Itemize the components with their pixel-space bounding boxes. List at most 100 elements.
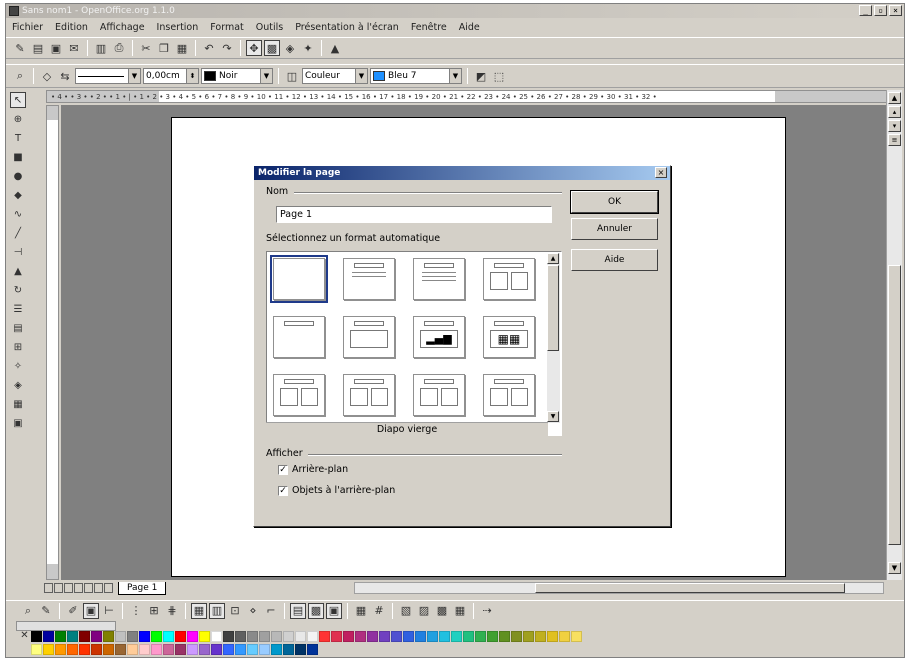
color-swatch[interactable] <box>67 631 78 642</box>
page-name-input[interactable]: Page 1 <box>276 206 552 223</box>
layout-title-slide[interactable] <box>343 258 395 300</box>
scrollbar-thumb[interactable] <box>535 583 845 593</box>
color-swatch[interactable] <box>199 631 210 642</box>
fill-mode-select[interactable]: Couleur ▼ <box>302 68 368 84</box>
fill-color-select[interactable]: Bleu 7 ▼ <box>370 68 462 84</box>
color-swatch[interactable] <box>523 631 534 642</box>
layer-mode-button[interactable] <box>84 583 93 593</box>
view-handles-icon[interactable]: ▣ <box>326 602 342 619</box>
first-page-button[interactable] <box>44 583 53 593</box>
menu-edition[interactable]: Edition <box>55 22 88 33</box>
glue-points-icon[interactable]: ▣ <box>83 602 99 619</box>
chevron-down-icon[interactable]: ▼ <box>449 69 461 83</box>
color-swatch[interactable] <box>403 631 414 642</box>
page-down-button[interactable]: ▾ <box>888 120 901 132</box>
menu-format[interactable]: Format <box>210 22 243 33</box>
connector-icon[interactable]: ⊣ <box>10 244 26 260</box>
dialog-close-icon[interactable]: × <box>655 167 667 178</box>
color-swatch[interactable] <box>115 644 126 655</box>
scroll-up-button[interactable]: ▲ <box>547 253 559 264</box>
color-swatch[interactable] <box>439 631 450 642</box>
paste-icon[interactable]: ▦ <box>174 40 190 56</box>
color-swatch[interactable] <box>199 644 210 655</box>
color-swatch[interactable] <box>295 644 306 655</box>
color-swatch[interactable] <box>379 631 390 642</box>
color-swatch[interactable] <box>175 644 186 655</box>
guides-icon[interactable]: ⊢ <box>101 603 117 619</box>
color-swatch[interactable] <box>139 631 150 642</box>
master-mode-button[interactable] <box>94 583 103 593</box>
chevron-down-icon[interactable]: ▼ <box>260 69 272 83</box>
rectangle-icon[interactable]: ■ <box>10 149 26 165</box>
color-swatch[interactable] <box>511 631 522 642</box>
color-swatch[interactable] <box>271 631 282 642</box>
color-swatch[interactable] <box>259 631 270 642</box>
email-icon[interactable]: ✉ <box>66 40 82 56</box>
quick-edit-icon[interactable]: ▦ <box>353 603 369 619</box>
curve-icon[interactable]: ∿ <box>10 206 26 222</box>
color-swatch[interactable] <box>175 631 186 642</box>
color-swatch[interactable] <box>319 631 330 642</box>
scroll-down-button[interactable]: ▼ <box>547 411 559 422</box>
color-swatch[interactable] <box>307 631 318 642</box>
color-swatch[interactable] <box>127 631 138 642</box>
color-swatch[interactable] <box>187 631 198 642</box>
edit-file-icon[interactable]: ✎ <box>12 40 28 56</box>
print-icon[interactable]: ⎙ <box>111 40 127 56</box>
navigator-icon[interactable]: ✥ <box>246 40 262 56</box>
color-swatch[interactable] <box>67 644 78 655</box>
color-swatch[interactable] <box>223 631 234 642</box>
color-swatch[interactable] <box>139 644 150 655</box>
text-icon[interactable]: T <box>10 130 26 146</box>
select-arrow-icon[interactable]: ↖ <box>10 92 26 108</box>
layout-scrollbar[interactable]: ▲ ▼ <box>547 253 560 423</box>
pen-icon[interactable]: ✎ <box>38 603 54 619</box>
vertical-scrollbar[interactable]: ▲ ▴ ▾ ≡ ▼ <box>886 90 902 580</box>
minimize-button[interactable]: _ <box>859 5 872 16</box>
view-preview-icon[interactable]: ▩ <box>308 602 324 619</box>
arrange-icon[interactable]: ▤ <box>10 320 26 336</box>
menu-aide[interactable]: Aide <box>459 22 480 33</box>
color-swatch[interactable] <box>91 644 102 655</box>
color-swatch[interactable] <box>343 631 354 642</box>
color-swatch[interactable] <box>247 631 258 642</box>
layout-title-text-clipart[interactable] <box>413 374 465 416</box>
color-swatch[interactable] <box>547 631 558 642</box>
color-swatch[interactable] <box>55 644 66 655</box>
redo-icon[interactable]: ↷ <box>219 40 235 56</box>
cut-icon[interactable]: ✂ <box>138 40 154 56</box>
snap-grid-icon[interactable]: ⊞ <box>146 603 162 619</box>
maximize-button[interactable]: ▫ <box>874 5 887 16</box>
color-swatch[interactable] <box>55 631 66 642</box>
layout-title-chart[interactable]: ▂▄▆ <box>413 316 465 358</box>
snap-border-icon[interactable]: ▥ <box>209 602 225 619</box>
gallery-icon[interactable]: ▩ <box>264 40 280 56</box>
next-page-button[interactable] <box>64 583 73 593</box>
chevron-down-icon[interactable]: ▼ <box>355 69 367 83</box>
snap-ortho-icon[interactable]: ⌐ <box>263 603 279 619</box>
save-icon[interactable]: ▣ <box>48 40 64 56</box>
3d-object-icon[interactable]: ◆ <box>10 187 26 203</box>
layout-title-chart-text[interactable] <box>483 374 535 416</box>
pdf-icon[interactable]: ▥ <box>93 40 109 56</box>
scrollbar-thumb[interactable] <box>888 265 901 545</box>
snap-points-icon[interactable]: ⋄ <box>245 603 261 619</box>
scroll-up-button[interactable]: ▲ <box>888 92 901 104</box>
layout-centered-text[interactable] <box>343 316 395 358</box>
color-swatch[interactable] <box>223 644 234 655</box>
grid-icon[interactable]: ⋮ <box>128 603 144 619</box>
color-swatch[interactable] <box>211 644 222 655</box>
menu-presentation[interactable]: Présentation à l'écran <box>295 22 399 33</box>
shadow-icon[interactable]: ◩ <box>473 68 489 84</box>
color-swatch[interactable] <box>151 631 162 642</box>
layout-title-only[interactable] <box>273 316 325 358</box>
color-swatch[interactable] <box>535 631 546 642</box>
view-mode-button[interactable]: ≡ <box>888 134 901 146</box>
autolayout-list[interactable]: ▂▄▆ ▦▦ ▲ ▼ <box>266 251 562 436</box>
background-objects-checkbox[interactable]: ✓ Objets à l'arrière-plan <box>278 485 395 496</box>
menu-fichier[interactable]: Fichier <box>12 22 43 33</box>
color-swatch[interactable] <box>31 631 42 642</box>
color-swatch[interactable] <box>31 644 42 655</box>
ellipse-icon[interactable]: ● <box>10 168 26 184</box>
color-swatch[interactable] <box>91 631 102 642</box>
